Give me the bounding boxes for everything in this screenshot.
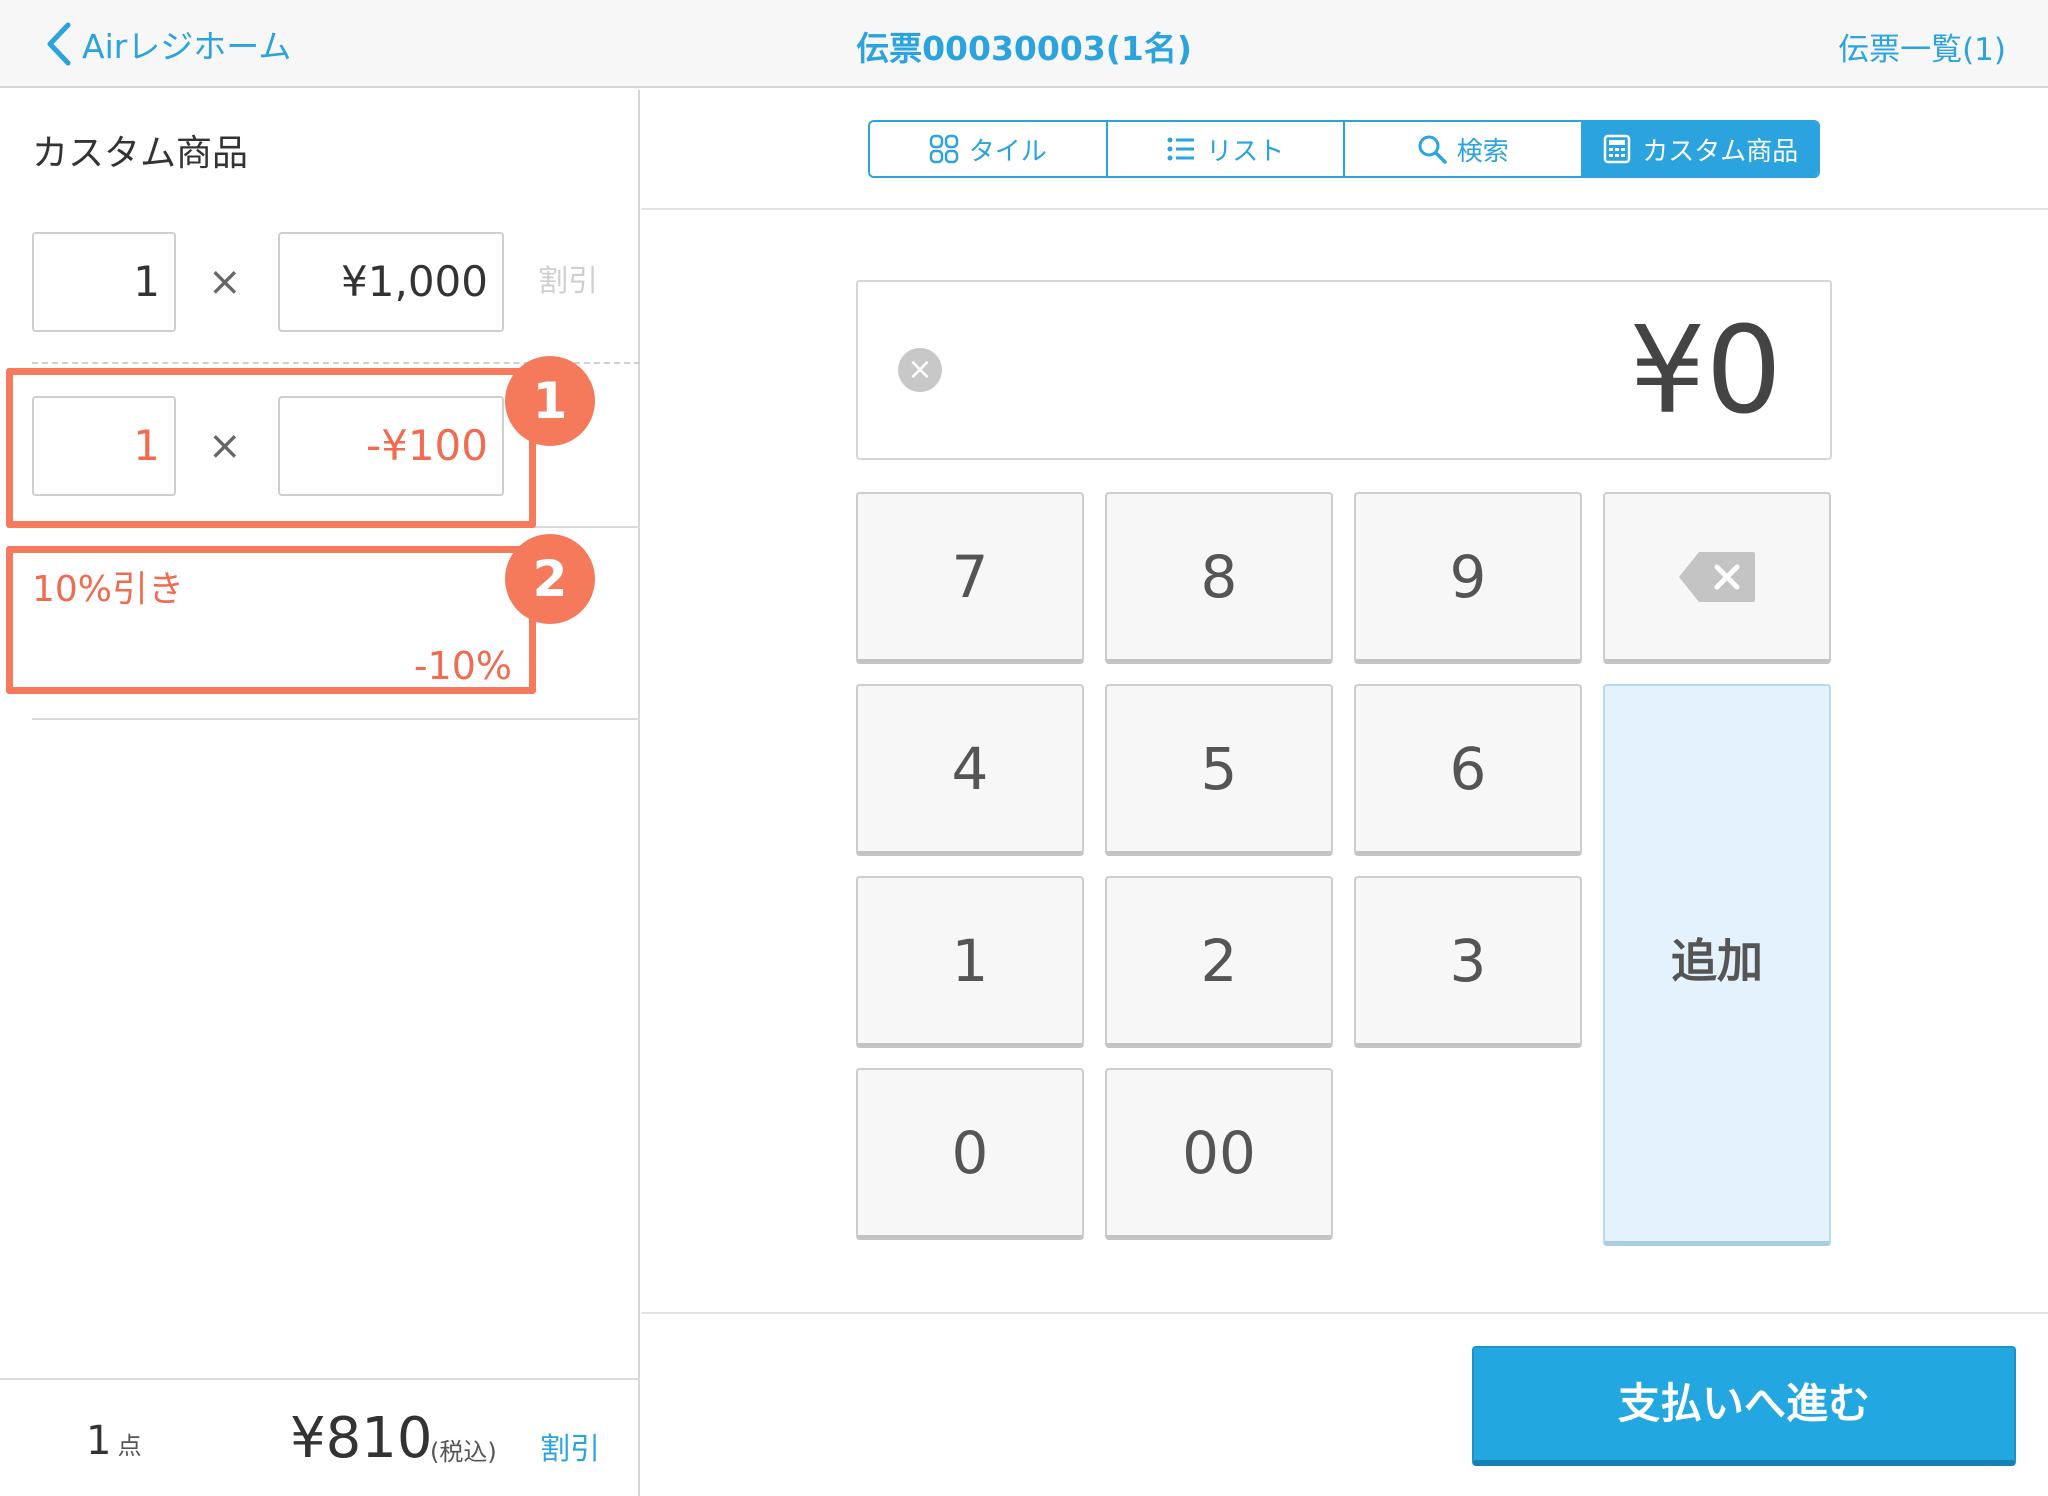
key-9[interactable]: 9 xyxy=(1354,492,1582,664)
key-0[interactable]: 0 xyxy=(856,1068,1084,1240)
line-item: 1 × ¥1,000 割引 xyxy=(0,232,640,352)
order-summary: 1点 ¥810 (税込) 割引 xyxy=(0,1378,640,1496)
order-panel: カスタム商品 1 × ¥1,000 割引 1 × -¥100 10%引き -10… xyxy=(0,90,640,1496)
multiply-sign: × xyxy=(208,259,242,305)
calculator-icon xyxy=(1603,134,1631,164)
slip-list-link[interactable]: 伝票一覧(1) xyxy=(1838,24,2006,69)
clear-icon[interactable]: × xyxy=(898,348,942,392)
item-count-value: 1 xyxy=(86,1418,112,1464)
total-amount: ¥810 xyxy=(290,1406,433,1471)
key-2[interactable]: 2 xyxy=(1105,876,1333,1048)
item-count: 1点 xyxy=(86,1418,141,1464)
amount-display: × ¥0 xyxy=(856,280,1832,460)
key-4[interactable]: 4 xyxy=(856,684,1084,856)
search-icon xyxy=(1418,135,1447,164)
step-badge-1: 1 xyxy=(505,356,595,446)
tab-label: カスタム商品 xyxy=(1642,136,1799,167)
tab-label: タイル xyxy=(968,136,1047,167)
divider xyxy=(642,1312,2048,1314)
proceed-to-payment-button[interactable]: 支払いへ進む xyxy=(1472,1346,2016,1466)
key-8[interactable]: 8 xyxy=(1105,492,1333,664)
tab-list[interactable]: リスト xyxy=(1107,122,1345,176)
divider xyxy=(32,718,640,720)
key-3[interactable]: 3 xyxy=(1354,876,1582,1048)
step-badge-2: 2 xyxy=(505,534,595,624)
key-5[interactable]: 5 xyxy=(1105,684,1333,856)
key-00[interactable]: 00 xyxy=(1105,1068,1333,1240)
add-button[interactable]: 追加 xyxy=(1603,684,1831,1246)
grid-icon xyxy=(929,134,958,164)
tab-tile[interactable]: タイル xyxy=(870,122,1108,176)
price-field[interactable]: ¥1,000 xyxy=(278,232,504,332)
backspace-icon xyxy=(1679,552,1755,602)
highlight-box-1 xyxy=(6,368,536,528)
tab-label: 検索 xyxy=(1456,136,1509,167)
quantity-field[interactable]: 1 xyxy=(32,232,176,332)
list-icon xyxy=(1167,137,1195,161)
item-discount-link[interactable]: 割引 xyxy=(538,256,598,300)
highlight-box-2 xyxy=(6,546,536,694)
tab-custom-item[interactable]: カスタム商品 xyxy=(1582,122,1818,176)
tab-search[interactable]: 検索 xyxy=(1345,122,1583,176)
divider xyxy=(642,208,2048,210)
tax-note: (税込) xyxy=(430,1438,497,1466)
order-discount-link[interactable]: 割引 xyxy=(540,1424,600,1468)
top-bar: Airレジホーム 伝票00030003(1名) 伝票一覧(1) xyxy=(0,0,2048,88)
key-1[interactable]: 1 xyxy=(856,876,1084,1048)
key-7[interactable]: 7 xyxy=(856,492,1084,664)
backspace-button[interactable] xyxy=(1603,492,1831,664)
key-6[interactable]: 6 xyxy=(1354,684,1582,856)
section-title: カスタム商品 xyxy=(32,133,249,174)
item-count-unit: 点 xyxy=(117,1432,142,1460)
view-tabs: タイル リスト 検索 カスタム商品 xyxy=(868,120,1820,178)
tab-label: リスト xyxy=(1206,136,1285,167)
amount-value: ¥0 xyxy=(1629,302,1782,441)
page-title: 伝票00030003(1名) xyxy=(856,29,1192,68)
